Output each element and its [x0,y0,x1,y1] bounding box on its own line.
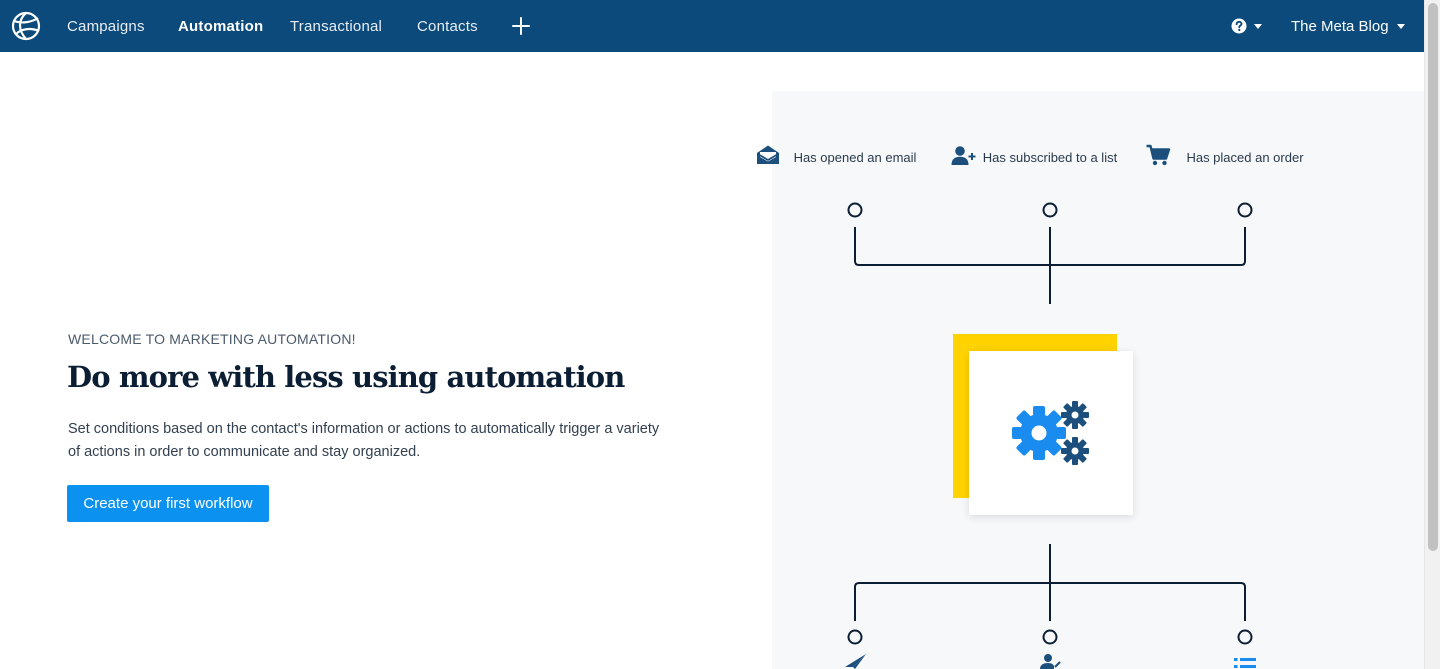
automation-gears-card [969,351,1133,515]
scrollbar-thumb[interactable] [1428,3,1438,551]
account-menu-button[interactable]: The Meta Blog [1291,0,1405,52]
shopping-cart-icon [1146,144,1171,166]
trigger-opened-email: Has opened an email [755,144,955,165]
help-menu-button[interactable] [1229,16,1263,36]
plus-icon[interactable] [511,16,531,36]
gears-icon [1012,401,1089,465]
nav-item-transactional[interactable]: Transactional [290,0,382,52]
page-scrollbar[interactable] [1424,0,1440,669]
user-plus-icon [951,146,976,165]
nav-item-automation[interactable]: Automation [178,0,263,52]
create-first-workflow-button[interactable]: Create your first workflow [67,485,269,522]
page-title: Do more with less using automation [67,360,625,394]
page-description: Set conditions based on the contact's in… [68,421,660,460]
trigger-label: Has subscribed to a list [982,150,1118,165]
trigger-label: Has placed an order [1186,150,1304,165]
open-envelope-icon [756,145,780,164]
user-edit-icon [1040,654,1061,669]
nav-item-campaigns[interactable]: Campaigns [67,0,145,52]
trigger-subscribed-list: Has subscribed to a list [950,144,1150,165]
trigger-placed-order: Has placed an order [1145,144,1345,166]
sendinblue-logo-icon[interactable] [10,10,42,42]
paper-plane-icon [845,654,866,669]
trigger-label: Has opened an email [793,150,917,165]
question-circle-icon [1231,18,1247,34]
nav-item-contacts[interactable]: Contacts [417,0,478,52]
account-name: The Meta Blog [1291,18,1389,35]
list-icon [1234,658,1256,668]
welcome-eyebrow: WELCOME TO MARKETING AUTOMATION! [68,331,356,347]
automation-illustration: Has opened an email Has subscribed to a … [756,91,1424,669]
top-navigation-bar: Campaigns Automation Transactional Conta… [0,0,1424,52]
chevron-down-icon [1396,23,1405,29]
chevron-down-icon [1254,24,1262,29]
